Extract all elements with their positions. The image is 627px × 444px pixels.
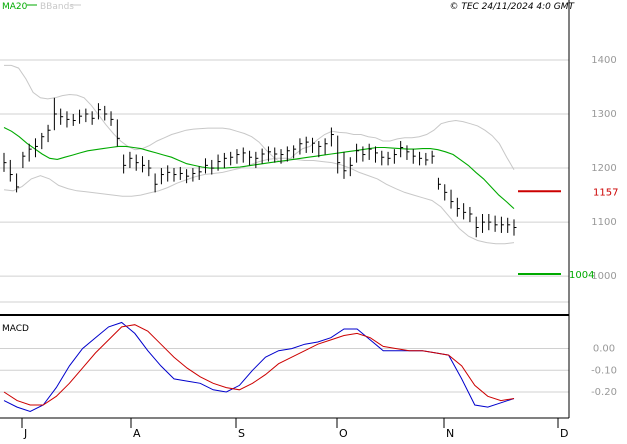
price-bar [104, 105, 108, 121]
price-bar [381, 150, 385, 166]
price-bar [312, 137, 316, 153]
price-tick-label: 1100 [591, 217, 616, 228]
price-bar [3, 152, 7, 172]
price-bar [110, 111, 114, 126]
price-bar [91, 111, 95, 125]
price-bar [236, 149, 240, 164]
price-bar [437, 177, 441, 190]
price-bar [507, 217, 511, 233]
price-bar [450, 189, 454, 209]
price-bar [204, 158, 208, 174]
price-bar [223, 152, 227, 169]
support-label: 1004 [569, 270, 594, 281]
macd-tick-label: -0.10 [591, 365, 617, 376]
price-bar [444, 184, 448, 201]
price-bar [305, 136, 309, 153]
price-bar [47, 124, 51, 143]
price-bar [412, 149, 416, 164]
price-bar [425, 152, 429, 166]
price-tick-label: 1000 [591, 271, 616, 282]
month-label: S [238, 427, 245, 440]
price-bar [192, 168, 196, 182]
price-bar [406, 145, 410, 160]
price-bar [142, 156, 146, 173]
price-bar [374, 146, 378, 163]
price-bar [79, 109, 83, 124]
legend-bbands: BBands [40, 2, 74, 12]
legend-ma20: MA20 [2, 2, 28, 12]
price-bar [293, 145, 297, 159]
resistance-label: 1157 [593, 187, 618, 198]
price-bar [431, 150, 435, 164]
price-bar [356, 143, 360, 163]
price-bar [475, 216, 479, 238]
macd-layer [3, 321, 515, 413]
month-label: J [23, 427, 27, 440]
price-bar [85, 108, 89, 123]
macd-tick-label: 0.00 [593, 344, 615, 355]
price-bar [500, 216, 504, 233]
macd-title: MACD [2, 324, 29, 334]
bbands-upper-line [4, 64, 515, 170]
price-bar [261, 148, 265, 164]
bollinger-bands [3, 64, 515, 245]
month-label: A [133, 427, 141, 440]
price-bar [387, 151, 391, 166]
price-bar [154, 173, 158, 193]
macd-line [3, 321, 515, 413]
price-bar [242, 147, 246, 163]
price-bar [179, 166, 183, 180]
price-tick-label: 1400 [591, 55, 616, 66]
bbands-lower-line [3, 157, 515, 245]
price-bar [148, 159, 152, 177]
price-bar [53, 97, 57, 131]
chart-frame: JASOND [0, 0, 570, 440]
price-bar [173, 168, 177, 182]
price-bar [255, 151, 259, 169]
chart-root: 1000 1100 1200 1300 1400 0.00 -0.10 -0.20 1157 1… [0, 0, 627, 440]
price-bar [22, 151, 26, 169]
price-bar [16, 173, 20, 193]
price-bar [343, 151, 347, 179]
price-bar [211, 159, 215, 175]
price-bar [463, 203, 467, 220]
price-bar [419, 151, 423, 166]
price-bar [469, 206, 473, 223]
price-bar [393, 149, 397, 164]
price-levels: 1157 1004 [518, 187, 618, 281]
price-bar [318, 141, 322, 158]
price-bar [488, 214, 492, 231]
month-label: O [339, 427, 348, 440]
price-bar [160, 168, 164, 185]
price-tick-label: 1200 [591, 163, 616, 174]
price-bar [456, 197, 460, 217]
month-label: D [560, 427, 568, 440]
month-label: N [446, 427, 454, 440]
price-bar [116, 119, 120, 147]
price-bar [324, 138, 328, 155]
price-bar [349, 157, 353, 177]
price-bar [230, 151, 234, 166]
price-bar [72, 114, 76, 126]
price-bar [299, 138, 303, 155]
price-bars [3, 97, 517, 238]
price-bar [60, 108, 64, 125]
price-bar [186, 169, 190, 184]
price-tick-label: 1300 [591, 109, 616, 120]
price-bar [482, 214, 486, 233]
price-bar [123, 154, 127, 174]
price-bar [330, 127, 334, 147]
price-bar [9, 159, 13, 182]
price-bar [34, 138, 38, 158]
signal-line [3, 324, 515, 406]
price-bar [274, 147, 278, 163]
chart-svg: 100011001200130014000.00-0.10-0.20 11571… [0, 0, 618, 440]
price-bar [249, 150, 253, 166]
macd-tick-label: -0.20 [591, 387, 617, 398]
price-bar [41, 132, 45, 150]
price-bar [494, 215, 498, 232]
price-bar [129, 151, 133, 169]
credit-text: © TEC 24/11/2024 4:0 GMT [449, 2, 575, 12]
price-bar [368, 143, 372, 160]
